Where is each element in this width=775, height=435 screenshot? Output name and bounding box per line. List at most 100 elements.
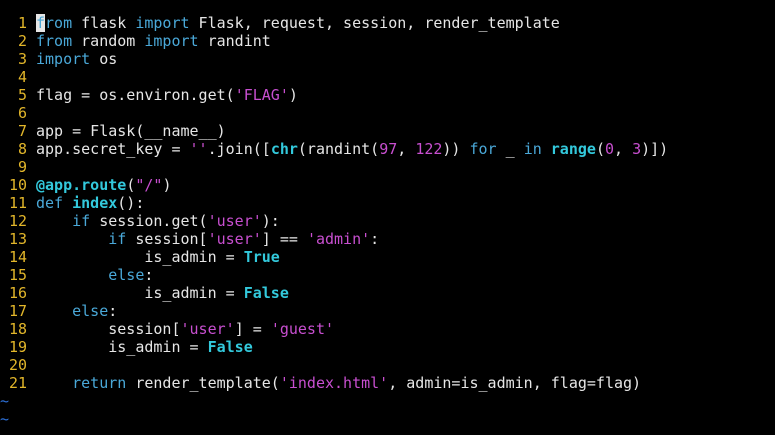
code-token: chr (270, 140, 298, 158)
code-token: 'user' (207, 212, 262, 230)
code-line[interactable]: 21 return render_template('index.html', … (0, 374, 775, 392)
code-token: is_admin = (36, 338, 208, 356)
tilde-marker: ~ (0, 410, 10, 428)
code-token: 'admin' (306, 230, 371, 248)
code-token: if (72, 212, 91, 230)
code-token: "/" (135, 176, 163, 194)
line-number: 16 (8, 284, 27, 302)
code-lines[interactable]: 1 from flask import Flask, request, sessi… (0, 14, 775, 392)
code-token: return (72, 374, 127, 392)
code-token: 0 (604, 140, 614, 158)
line-code[interactable]: import os (27, 50, 775, 68)
code-token: session[ (36, 320, 181, 338)
line-code[interactable]: app = Flask(__name__) (27, 122, 775, 140)
line-code[interactable]: @app.route("/") (27, 176, 775, 194)
line-code[interactable] (27, 158, 775, 176)
code-line[interactable]: 20 (0, 356, 775, 374)
line-number: 4 (17, 68, 27, 86)
code-token: 'user' (180, 320, 235, 338)
code-token: random (72, 32, 145, 50)
line-code[interactable]: return render_template('index.html', adm… (27, 374, 775, 392)
code-line[interactable]: 9 (0, 158, 775, 176)
code-line[interactable]: 7 app = Flask(__name__) (0, 122, 775, 140)
line-number: 5 (17, 86, 27, 104)
code-token: (randint( (297, 140, 380, 158)
line-number: 19 (8, 338, 27, 356)
code-token: session[ (126, 230, 208, 248)
code-line[interactable]: 5 flag = os.environ.get('FLAG') (0, 86, 775, 104)
code-token: import (135, 14, 190, 32)
code-token: randint (198, 32, 271, 50)
code-token: : (370, 230, 380, 248)
line-code[interactable] (27, 356, 775, 374)
line-code[interactable]: flag = os.environ.get('FLAG') (27, 86, 775, 104)
code-token: Flask, request, session, render_template (189, 14, 560, 32)
code-token: is_admin = (36, 248, 244, 266)
code-token: 'guest' (270, 320, 335, 338)
line-number: 3 (17, 50, 27, 68)
code-token: ( (126, 176, 136, 194)
line-code[interactable]: else: (27, 302, 775, 320)
code-token: 'user' (207, 230, 262, 248)
line-code[interactable]: session['user'] = 'guest' (27, 320, 775, 338)
line-code[interactable]: from random import randint (27, 32, 775, 50)
code-editor[interactable]: 1 from flask import Flask, request, sessi… (0, 0, 775, 435)
code-line[interactable]: 4 (0, 68, 775, 86)
line-code[interactable]: if session['user'] == 'admin': (27, 230, 775, 248)
line-number: 18 (8, 320, 27, 338)
code-token: else (72, 302, 109, 320)
code-line[interactable]: 1 from flask import Flask, request, sessi… (0, 14, 775, 32)
code-line[interactable]: 10 @app.route("/") (0, 176, 775, 194)
line-code[interactable]: is_admin = True (27, 248, 775, 266)
line-code[interactable]: is_admin = False (27, 284, 775, 302)
code-line[interactable]: 2 from random import randint (0, 32, 775, 50)
code-token: rom (45, 14, 73, 32)
code-token: ): (261, 212, 280, 230)
code-token: ] = (234, 320, 271, 338)
line-code[interactable]: is_admin = False (27, 338, 775, 356)
line-number: 17 (8, 302, 27, 320)
code-line[interactable]: 11 def index(): (0, 194, 775, 212)
line-code[interactable]: from flask import Flask, request, sessio… (27, 14, 775, 32)
line-code[interactable]: if session.get('user'): (27, 212, 775, 230)
code-token: import (36, 50, 91, 68)
code-token: from (36, 32, 73, 50)
code-token: False (207, 338, 253, 356)
code-token: , (397, 140, 416, 158)
line-number: 2 (17, 32, 27, 50)
code-token: in (523, 140, 542, 158)
code-line[interactable]: 12 if session.get('user'): (0, 212, 775, 230)
code-token: True (243, 248, 280, 266)
code-token: ) (162, 176, 172, 194)
code-line[interactable]: 17 else: (0, 302, 775, 320)
line-code[interactable] (27, 68, 775, 86)
line-number: 11 (8, 194, 27, 212)
line-number: 7 (17, 122, 27, 140)
line-code[interactable]: else: (27, 266, 775, 284)
code-line[interactable]: 18 session['user'] = 'guest' (0, 320, 775, 338)
code-line[interactable]: 14 is_admin = True (0, 248, 775, 266)
code-line[interactable]: 15 else: (0, 266, 775, 284)
code-line[interactable]: 19 is_admin = False (0, 338, 775, 356)
code-token: : (144, 266, 154, 284)
line-number: 20 (8, 356, 27, 374)
code-line[interactable]: 16 is_admin = False (0, 284, 775, 302)
line-number: 13 (8, 230, 27, 248)
code-token: _ (496, 140, 524, 158)
code-token: )]) (641, 140, 669, 158)
line-code[interactable]: def index(): (27, 194, 775, 212)
code-line[interactable]: 8 app.secret_key = ''.join([chr(randint(9… (0, 140, 775, 158)
line-code[interactable]: app.secret_key = ''.join([chr(randint(97… (27, 140, 775, 158)
code-line[interactable]: 3 import os (0, 50, 775, 68)
line-number: 15 (8, 266, 27, 284)
code-line[interactable]: 6 (0, 104, 775, 122)
line-code[interactable] (27, 104, 775, 122)
code-token: 'FLAG' (234, 86, 289, 104)
code-token: index (72, 194, 118, 212)
code-line[interactable]: 13 if session['user'] == 'admin': (0, 230, 775, 248)
